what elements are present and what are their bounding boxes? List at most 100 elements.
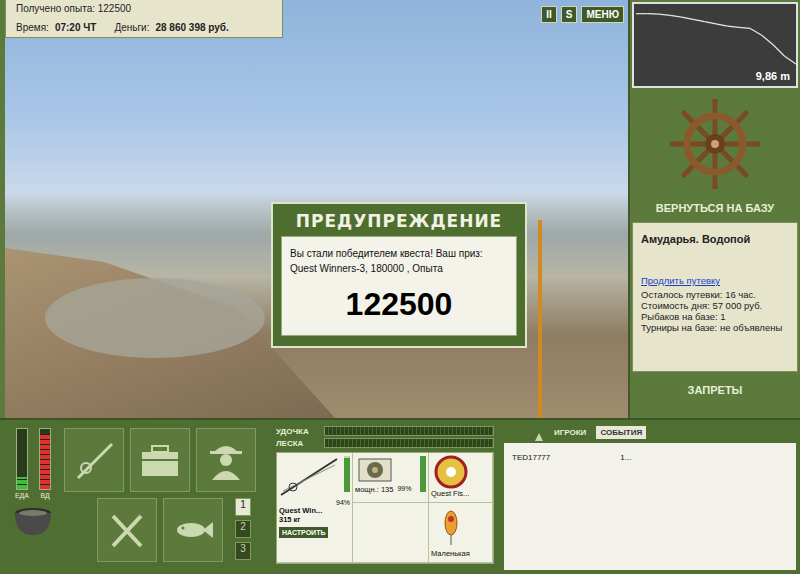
tab[interactable]: СОБЫТИЯ [596, 426, 646, 439]
tension-row: УДОЧКА [276, 426, 494, 436]
tackle-panel: УДОЧКА ЛЕСКА 94%Quest Win...315 кг НАСТРОИТ… [270, 420, 498, 574]
rod-name: Quest Win... [279, 506, 350, 515]
rod-slot[interactable]: 1 [235, 498, 251, 516]
depth-segment [773, 45, 785, 56]
location-line: Турниры на базе: не объявлены [641, 322, 789, 333]
fisherman-icon [204, 438, 248, 482]
location-line: Рыбаков на базе: 1 [641, 311, 789, 322]
bans-button[interactable]: ЗАПРЕТЫ [630, 372, 800, 400]
knife-fork-button[interactable] [97, 498, 157, 562]
main-area: Получено опыта: 122500 Время: 07:20 ЧТ День… [0, 0, 800, 418]
reel-cell[interactable]: мощн.: 135 99% [353, 453, 429, 503]
water-pool [45, 278, 265, 358]
tile-row: 1 2 3 [64, 498, 256, 562]
reel-icon [355, 455, 395, 485]
rod-button[interactable] [64, 428, 124, 492]
meters: ЕДА ВД [8, 428, 58, 570]
dialog-amount: 122500 [290, 286, 508, 323]
rod-condition: 94% [279, 499, 350, 506]
setup-button[interactable]: НАСТРОИТЬ [279, 527, 328, 538]
depth-chart: 9,86 m [632, 2, 798, 88]
depth-segment [785, 56, 796, 64]
line-cell[interactable]: Quest Fis... [429, 453, 493, 503]
depth-segment [659, 14, 670, 15]
location-panel: Амударья. Водопой Продлить путевку Осталос… [632, 222, 798, 372]
meter-label: ЕДА [15, 492, 29, 499]
meter-fill [17, 477, 27, 489]
meter-track [16, 428, 28, 490]
depth-segment [693, 19, 705, 21]
tab[interactable]: ИГРОКИ [550, 426, 590, 439]
depth-segment [727, 26, 739, 27]
tension-label: ЛЕСКА [276, 439, 320, 448]
tackle-grid: 94%Quest Win...315 кг НАСТРОИТЬ мощн.: 135… [276, 452, 494, 564]
meter-fill [40, 434, 50, 489]
time-value: 07:20 ЧТ [55, 22, 97, 33]
depth-reading: 9,86 m [756, 70, 790, 82]
depth-segment [750, 28, 761, 35]
condition-fill [344, 458, 350, 492]
condition-track [344, 456, 350, 492]
depth-segment [716, 24, 727, 26]
money-value: 28 860 398 руб. [155, 22, 228, 33]
tile-row [64, 428, 256, 492]
top-button[interactable]: II [541, 6, 557, 23]
fish-icon [171, 508, 215, 552]
rod-icon [72, 438, 116, 482]
dialog-body: Вы стали победителем квеста! Ваш приз: Q… [281, 236, 517, 336]
depth-segment [762, 35, 773, 45]
experience-text: Получено опыта: 122500 [16, 3, 274, 14]
ship-wheel-icon[interactable] [670, 99, 760, 189]
lure-icon [431, 505, 471, 549]
dialog-message: Вы стали победителем квеста! Ваш приз: Q… [290, 247, 508, 276]
depth-segment [682, 17, 693, 19]
empty-cell [353, 503, 429, 563]
reel-power: мощн.: 135 [355, 485, 393, 494]
events-list: TED17777 1... [504, 443, 796, 570]
top-button[interactable]: S [561, 6, 578, 23]
reel-condition: 99% [397, 485, 411, 494]
meter: ВД [39, 428, 51, 499]
top-button[interactable]: МЕНЮ [581, 6, 624, 23]
meter-track [39, 428, 51, 490]
return-to-base-button[interactable]: ВЕРНУТЬСЯ НА БАЗУ [630, 200, 800, 222]
fisherman-button[interactable] [196, 428, 256, 492]
meter-label: ВД [40, 492, 49, 499]
location-line: Стоимость дня: 57 000 руб. [641, 300, 789, 311]
fishing-rod [535, 220, 545, 418]
status-panel: ЕДА ВД 1 2 3 [0, 420, 270, 574]
warning-dialog: ПРЕДУПРЕЖДЕНИЕВы стали победителем квест… [271, 202, 527, 348]
events-panel: ИГРОКИ СОБЫТИЯ TED17777 1... [498, 420, 800, 574]
line-name: Quest Fis... [431, 489, 490, 498]
lure-cell[interactable]: Маленькая [429, 503, 493, 563]
info-row: Время: 07:20 ЧТ Деньги: 28 860 398 руб. [16, 22, 274, 33]
rod-slot[interactable]: 3 [235, 542, 251, 560]
tackle-box-button[interactable] [130, 428, 190, 492]
money-label: Деньги: [114, 22, 149, 33]
rod-icon [279, 455, 339, 499]
rod-capacity: 315 кг [279, 515, 350, 524]
tension-track [324, 438, 494, 448]
event-player: TED17777 [512, 453, 550, 462]
lure-name: Маленькая [431, 549, 490, 558]
location-line: Осталось путевки: 16 час. [641, 289, 789, 300]
rod-slot[interactable]: 2 [235, 520, 251, 538]
meter: ЕДА [15, 428, 29, 499]
rod-cell[interactable]: 94%Quest Win...315 кг НАСТРОИТЬ [277, 453, 353, 563]
extend-permit-link[interactable]: Продлить путевку [641, 275, 789, 286]
fish-button[interactable] [163, 498, 223, 562]
pot-icon [10, 499, 56, 539]
depth-segment [670, 15, 681, 17]
time-label: Время: [16, 22, 49, 33]
time-field: Время: 07:20 ЧТ [16, 22, 96, 33]
depth-segment [739, 27, 750, 28]
tackle-box-icon [138, 438, 182, 482]
line-spool-icon [431, 455, 471, 489]
info-box: Получено опыта: 122500 Время: 07:20 ЧТ День… [5, 0, 283, 38]
tab-bar: ИГРОКИ СОБЫТИЯ [504, 426, 796, 439]
depth-segment [647, 13, 659, 15]
tension-label: УДОЧКА [276, 427, 320, 436]
location-title: Амударья. Водопой [641, 233, 789, 245]
event-value: 1... [620, 453, 631, 462]
depth-segment [705, 22, 716, 24]
